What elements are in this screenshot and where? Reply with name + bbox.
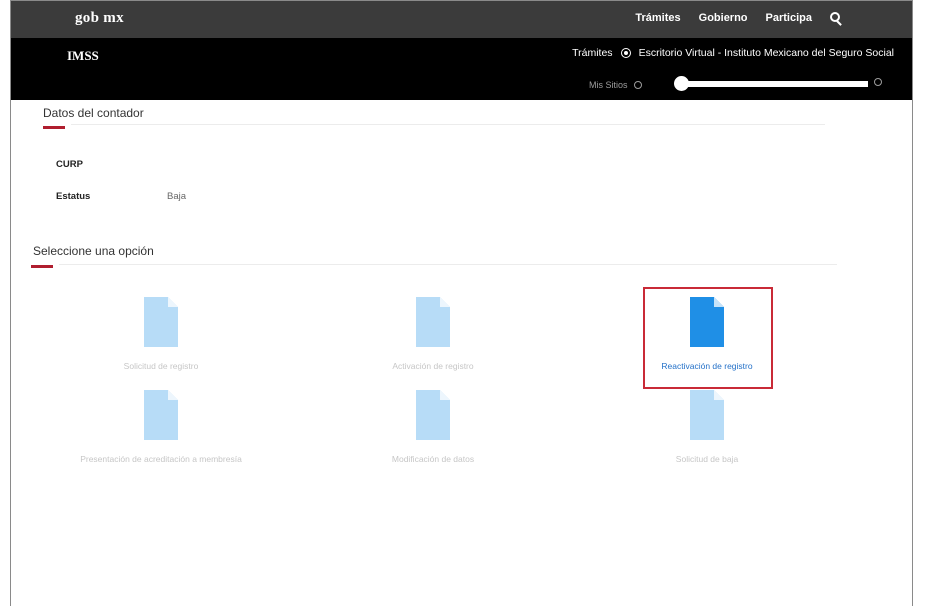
section-underline <box>31 265 53 268</box>
mis-sitios-label: Mis Sitios <box>589 80 628 90</box>
document-icon[interactable] <box>416 297 450 347</box>
option-label[interactable]: Solicitud de baja <box>597 454 817 464</box>
option-label[interactable]: Solicitud de registro <box>51 361 271 371</box>
option-solicitud-baja[interactable]: Solicitud de baja <box>597 390 817 464</box>
section-underline <box>43 126 65 129</box>
estatus-label: Estatus <box>56 191 91 202</box>
breadcrumb-tramites[interactable]: Trámites <box>572 47 612 59</box>
gobmx-logo[interactable]: gob mx <box>75 10 124 27</box>
document-icon[interactable] <box>144 390 178 440</box>
section-title-opciones: Seleccione una opción <box>33 244 154 258</box>
search-icon[interactable] <box>830 12 842 24</box>
nav-participa[interactable]: Participa <box>766 12 812 24</box>
site-title[interactable]: IMSS <box>67 48 99 64</box>
document-icon[interactable] <box>416 390 450 440</box>
breadcrumb-separator-icon <box>620 48 631 58</box>
option-activacion-registro[interactable]: Activación de registro <box>323 297 543 371</box>
section-title-contador: Datos del contador <box>43 106 144 120</box>
divider <box>59 264 837 265</box>
page-frame: gob mx Trámites Gobierno Participa IMSS … <box>10 0 913 606</box>
divider <box>71 124 825 125</box>
curp-label: CURP <box>56 159 83 170</box>
option-label[interactable]: Activación de registro <box>323 361 543 371</box>
option-solicitud-registro[interactable]: Solicitud de registro <box>51 297 271 371</box>
sub-header: IMSS Trámites Escritorio Virtual - Insti… <box>11 38 912 100</box>
top-navigation-bar: gob mx Trámites Gobierno Participa <box>11 1 912 38</box>
option-label[interactable]: Presentación de acreditación a membresía <box>51 454 271 464</box>
highlight-box <box>643 287 773 389</box>
option-label[interactable]: Modificación de datos <box>323 454 543 464</box>
mis-sitios[interactable]: Mis Sitios <box>589 80 642 90</box>
slider-track[interactable] <box>682 81 868 87</box>
breadcrumb-escritorio[interactable]: Escritorio Virtual - Instituto Mexicano … <box>639 47 894 59</box>
option-presentacion-acreditacion[interactable]: Presentación de acreditación a membresía <box>51 390 271 464</box>
nav-gobierno[interactable]: Gobierno <box>699 12 748 24</box>
breadcrumb: Trámites Escritorio Virtual - Instituto … <box>572 47 894 59</box>
slider-end-icon <box>874 78 882 86</box>
site-slider[interactable] <box>674 76 882 91</box>
slider-handle[interactable] <box>674 76 689 91</box>
nav-tramites[interactable]: Trámites <box>635 12 680 24</box>
top-nav: Trámites Gobierno Participa <box>635 12 842 24</box>
document-icon[interactable] <box>144 297 178 347</box>
document-icon[interactable] <box>690 390 724 440</box>
estatus-value: Baja <box>167 191 187 202</box>
option-modificacion-datos[interactable]: Modificación de datos <box>323 390 543 464</box>
mis-sitios-icon <box>633 81 642 89</box>
